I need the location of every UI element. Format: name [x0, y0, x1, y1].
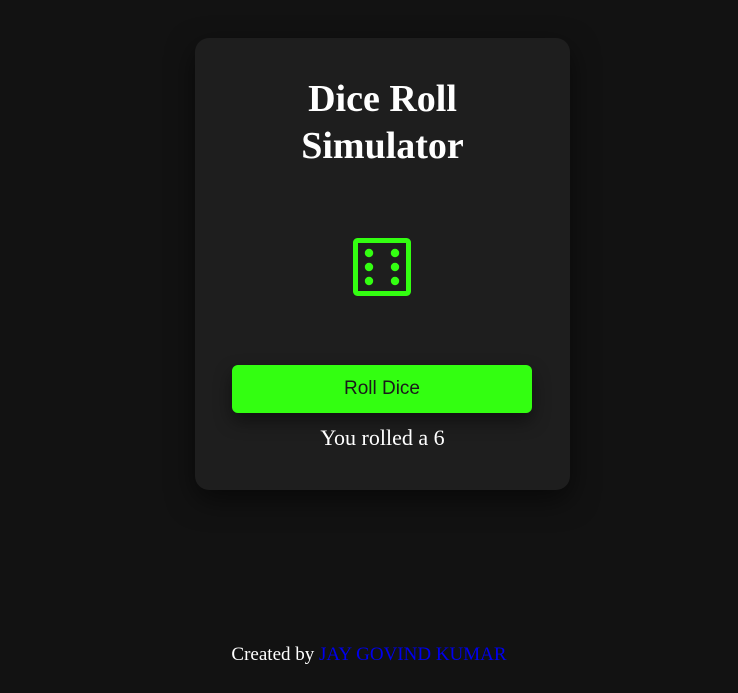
title-line-1: Dice Roll: [308, 78, 457, 120]
roll-dice-button[interactable]: Roll Dice: [232, 365, 532, 413]
footer-prefix: Created by: [231, 644, 319, 665]
roll-result-text: You rolled a 6: [320, 425, 445, 450]
page-title: Dice Roll Simulator: [195, 76, 570, 170]
title-line-2: Simulator: [301, 125, 464, 167]
dice-card: Dice Roll Simulator Roll Dice You rolled…: [195, 38, 570, 490]
author-link[interactable]: JAY GOVIND KUMAR: [319, 644, 507, 665]
die-face-six-icon: [353, 238, 411, 296]
footer-credit: Created by JAY GOVIND KUMAR: [0, 643, 738, 667]
